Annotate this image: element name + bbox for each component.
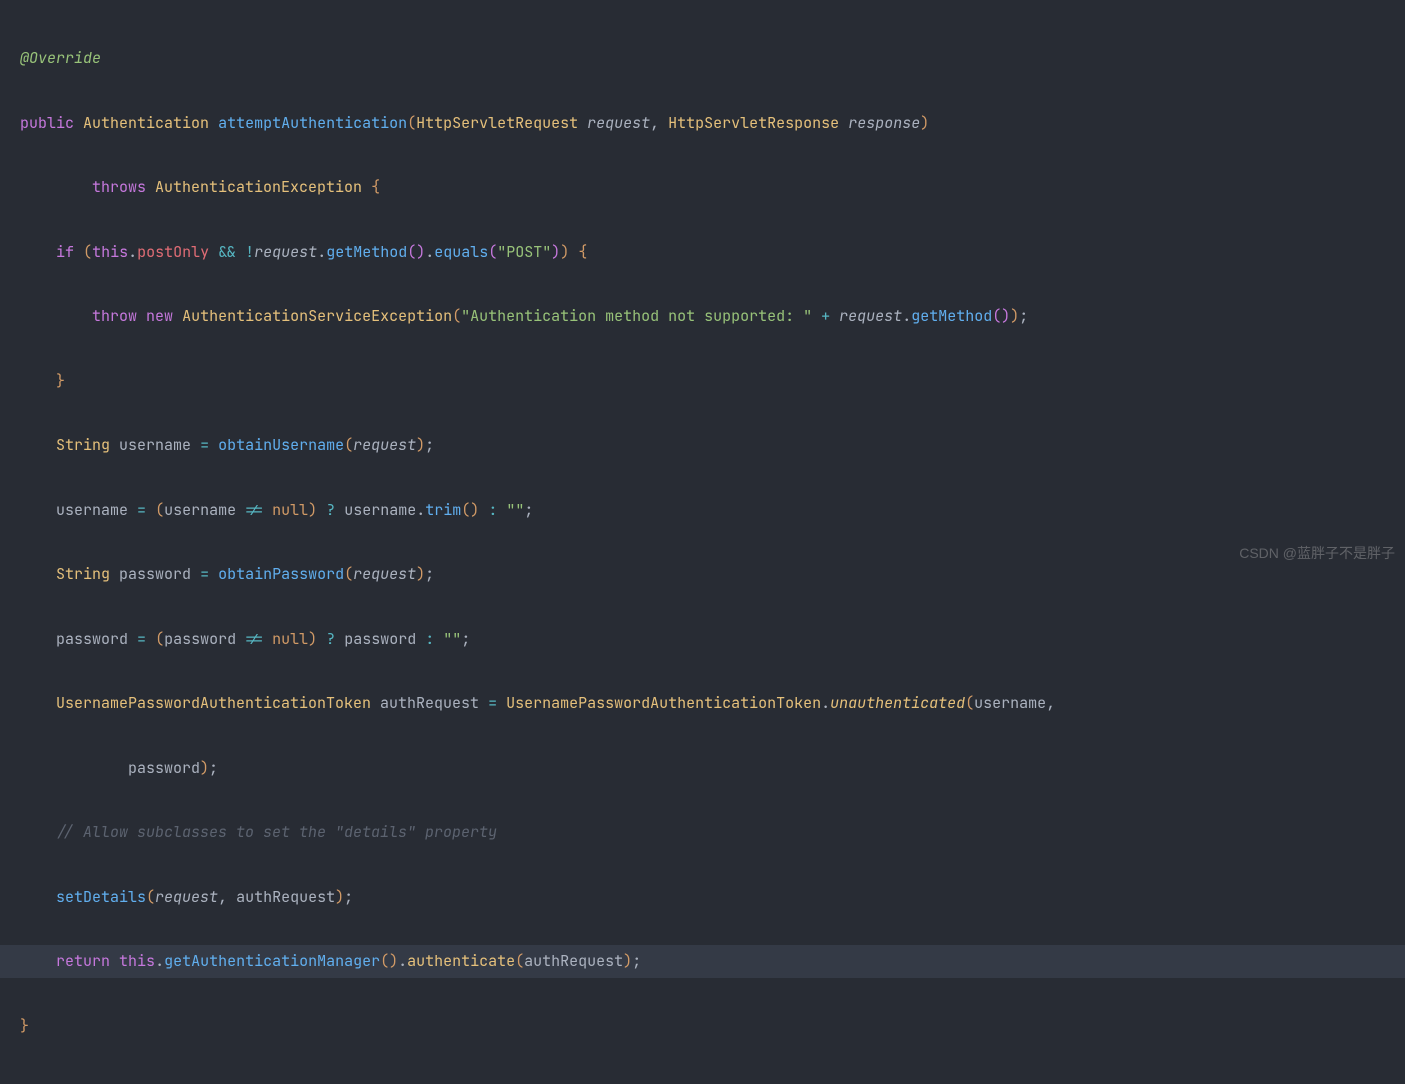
code-line: throws AuthenticationException { — [20, 171, 1405, 203]
code-line: // Allow subclasses to set the "details"… — [20, 816, 1405, 848]
code-line: if (this.postOnly && !request.getMethod(… — [20, 236, 1405, 268]
code-line: } — [20, 365, 1405, 397]
code-line: public Authentication attemptAuthenticat… — [20, 107, 1405, 139]
code-line: UsernamePasswordAuthenticationToken auth… — [20, 687, 1405, 719]
code-line: String password = obtainPassword(request… — [20, 558, 1405, 590]
code-line: password); — [20, 752, 1405, 784]
annotation-text: @Override — [20, 48, 101, 68]
code-editor[interactable]: @Override public Authentication attemptA… — [0, 0, 1405, 1084]
code-line: @Override — [20, 42, 1405, 74]
code-line-current: return this.getAuthenticationManager().a… — [0, 945, 1405, 977]
code-line: String username = obtainUsername(request… — [20, 429, 1405, 461]
watermark-text: CSDN @蓝胖子不是胖子 — [1239, 538, 1395, 568]
code-line: setDetails(request, authRequest); — [20, 881, 1405, 913]
code-line: password = (password != null) ? password… — [20, 623, 1405, 655]
code-line: username = (username != null) ? username… — [20, 494, 1405, 526]
code-line: } — [20, 1010, 1405, 1042]
code-line: throw new AuthenticationServiceException… — [20, 300, 1405, 332]
